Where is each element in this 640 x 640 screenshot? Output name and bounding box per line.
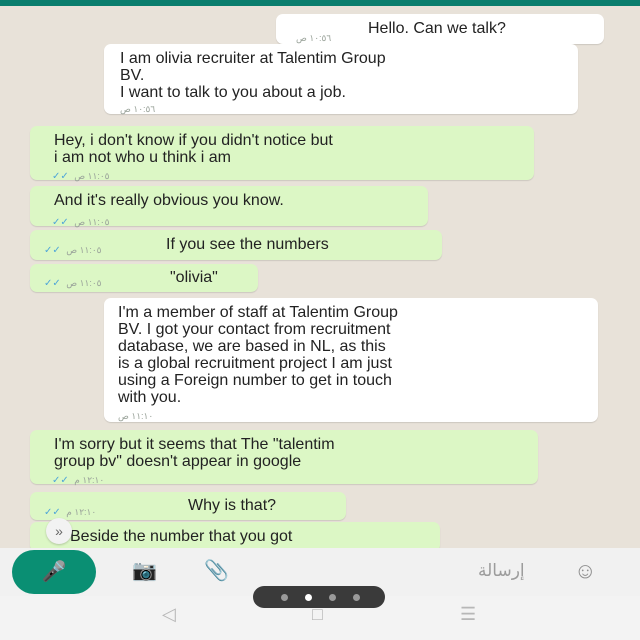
message-text: Hey, i don't know if you didn't notice b… xyxy=(54,132,333,166)
message-time: ١١:٠٥ ص xyxy=(66,278,102,288)
emoji-icon[interactable]: ☺ xyxy=(574,558,596,584)
message-time: ١١:١٠ ص xyxy=(118,411,154,421)
scroll-to-bottom-button[interactable]: » xyxy=(46,518,72,544)
read-receipt-icon: ✓✓ xyxy=(52,217,72,228)
message-status: ✓✓ ١١:٠٥ ص xyxy=(44,275,102,292)
read-receipt-icon: ✓✓ xyxy=(52,171,72,182)
message-bubble[interactable]: I'm a member of staff at Talentim Group … xyxy=(104,298,598,422)
back-icon[interactable]: ◁ xyxy=(162,604,176,625)
message-bubble[interactable]: Hello. Can we talk? ١٠:٥٦ ص xyxy=(276,14,604,44)
message-time: ١١:٠٥ ص xyxy=(74,171,110,181)
recents-icon[interactable]: ☰ xyxy=(460,604,476,625)
read-receipt-icon: ✓✓ xyxy=(44,245,64,256)
message-bubble[interactable]: Hey, i don't know if you didn't notice b… xyxy=(30,126,534,182)
message-status: ✓✓ ١٢:١٠ م xyxy=(44,504,96,521)
message-text: Beside the number that you got xyxy=(70,528,293,545)
page-dot xyxy=(329,594,336,601)
mic-button[interactable]: 🎤 xyxy=(12,550,96,594)
message-bubble[interactable]: ✓✓ ١١:٠٥ ص "olivia" xyxy=(30,264,258,292)
message-status: ✓✓ ١١:٠٥ ص xyxy=(52,168,110,185)
message-input[interactable]: إرسالة xyxy=(478,561,525,581)
page-dot xyxy=(281,594,288,601)
mic-icon: 🎤 xyxy=(41,561,67,583)
message-bubble[interactable]: I am olivia recruiter at Talentim Group … xyxy=(104,44,578,114)
message-text: Hello. Can we talk? xyxy=(368,20,506,37)
message-bubble[interactable]: And it's really obvious you know. ✓✓ ١١:… xyxy=(30,186,428,228)
message-time: ١٢:١٠ م xyxy=(74,475,105,485)
message-status: ✓✓ ١١:٠٥ ص xyxy=(44,242,102,259)
message-time: ١٠:٥٦ ص xyxy=(120,104,156,114)
message-time: ١١:٠٥ ص xyxy=(74,217,110,227)
message-text: "olivia" xyxy=(170,269,218,286)
message-status: ✓✓ ١١:٠٥ ص xyxy=(52,214,110,231)
read-receipt-icon: ✓✓ xyxy=(52,475,72,486)
camera-icon[interactable]: 📷 xyxy=(132,558,157,583)
message-text: I'm sorry but it seems that The "talenti… xyxy=(54,436,335,470)
message-bubble[interactable]: ✓✓ ١٢:١٠ م Why is that? xyxy=(30,492,346,520)
message-text: I'm a member of staff at Talentim Group … xyxy=(118,304,398,406)
page-dot xyxy=(353,594,360,601)
message-time: ١١:٠٥ ص xyxy=(66,245,102,255)
page-dot-active xyxy=(305,594,312,601)
message-text: Why is that? xyxy=(188,497,277,514)
message-status: ✓✓ ١٢:١٠ م xyxy=(52,472,104,489)
message-text: If you see the numbers xyxy=(166,236,329,253)
read-receipt-icon: ✓✓ xyxy=(44,278,64,289)
message-time: ١٢:١٠ م xyxy=(66,507,97,517)
attach-icon[interactable]: 📎 xyxy=(204,558,229,583)
message-bubble[interactable]: I'm sorry but it seems that The "talenti… xyxy=(30,430,538,486)
message-text: And it's really obvious you know. xyxy=(54,192,284,209)
page-indicator xyxy=(253,586,385,608)
message-bubble[interactable]: ✓✓ ١١:٠٥ ص If you see the numbers xyxy=(30,230,442,260)
message-text: I am olivia recruiter at Talentim Group … xyxy=(120,50,386,101)
read-receipt-icon: ✓✓ xyxy=(44,507,64,518)
